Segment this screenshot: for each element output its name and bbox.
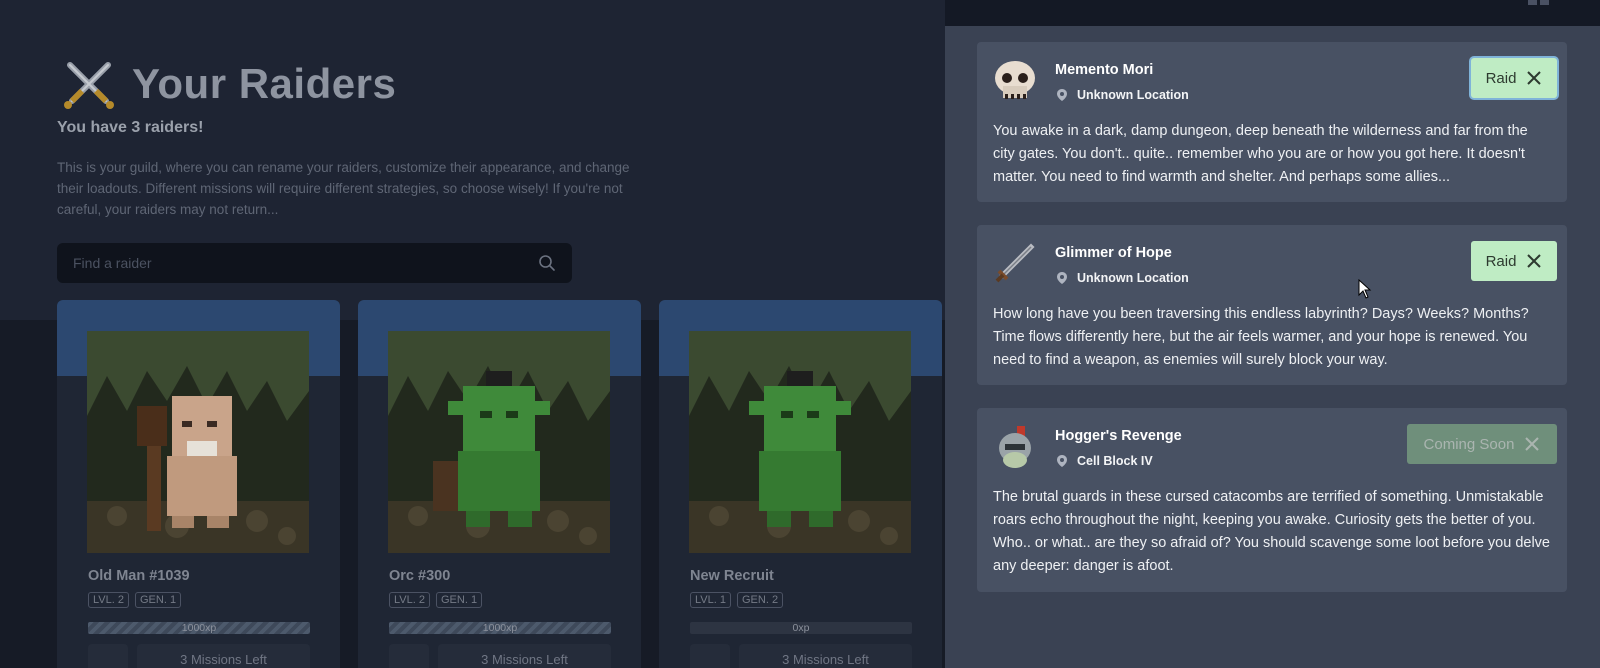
mouse-cursor-icon bbox=[1358, 279, 1372, 299]
location-text: Unknown Location bbox=[1077, 271, 1189, 285]
panel-top-bar bbox=[945, 0, 1600, 26]
skull-icon bbox=[995, 61, 1035, 99]
missions-left-button[interactable]: 3 Missions Left bbox=[137, 644, 310, 668]
guild-page: Your Raiders You have 3 raiders! This is… bbox=[0, 0, 945, 668]
level-badge: LVL. 2 bbox=[389, 592, 430, 608]
raider-name: New Recruit bbox=[690, 568, 774, 584]
location-pin-icon bbox=[1057, 272, 1067, 284]
raider-card[interactable]: Old Man #1039 LVL. 2 GEN. 1 1000xp 3 Mis… bbox=[57, 300, 340, 668]
raider-tags: LVL. 1 GEN. 2 bbox=[690, 592, 784, 608]
mission-description: You awake in a dark, damp dungeon, deep … bbox=[993, 123, 1528, 185]
raider-tags: LVL. 2 GEN. 1 bbox=[389, 592, 483, 608]
mission-location: Cell Block IV bbox=[1055, 454, 1153, 468]
missions-left-button[interactable]: 3 Missions Left bbox=[739, 644, 912, 668]
xp-text: 0xp bbox=[792, 622, 810, 634]
level-badge: LVL. 2 bbox=[88, 592, 129, 608]
xp-text: 1000xp bbox=[482, 622, 518, 634]
raid-button-label: Raid bbox=[1485, 252, 1517, 270]
raider-search bbox=[57, 243, 572, 283]
xp-bar: 1000xp bbox=[88, 622, 310, 634]
location-pin-icon bbox=[1057, 455, 1067, 467]
mission-title: Memento Mori bbox=[1055, 62, 1154, 78]
xp-bar: 0xp bbox=[690, 622, 912, 634]
crossed-swords-icon bbox=[1527, 254, 1542, 268]
gen-badge: GEN. 1 bbox=[436, 592, 483, 608]
location-text: Unknown Location bbox=[1077, 88, 1189, 102]
raider-action-button[interactable] bbox=[88, 644, 128, 668]
mission-description: The brutal guards in these cursed cataco… bbox=[993, 489, 1550, 574]
raid-button[interactable]: Raid bbox=[1471, 58, 1557, 98]
gen-badge: GEN. 2 bbox=[737, 592, 784, 608]
raider-portrait bbox=[689, 331, 911, 553]
crossed-swords-icon bbox=[1525, 437, 1540, 451]
location-text: Cell Block IV bbox=[1077, 454, 1153, 468]
old-man-sprite bbox=[87, 331, 309, 553]
recruit-sprite bbox=[689, 331, 911, 553]
raider-action-button[interactable] bbox=[389, 644, 429, 668]
mission-title: Glimmer of Hope bbox=[1055, 245, 1172, 261]
helmet-icon bbox=[999, 426, 1031, 468]
coming-soon-button[interactable]: Coming Soon bbox=[1407, 424, 1557, 464]
sword-icon bbox=[995, 243, 1035, 283]
orc-sprite bbox=[388, 331, 610, 553]
xp-text: 1000xp bbox=[181, 622, 217, 634]
title-row: Your Raiders bbox=[60, 55, 396, 113]
raider-action-button[interactable] bbox=[690, 644, 730, 668]
raider-count: You have 3 raiders! bbox=[57, 119, 204, 136]
mission-card: Memento Mori Unknown Location Raid You a… bbox=[977, 42, 1567, 202]
search-input[interactable] bbox=[73, 255, 538, 271]
page-title: Your Raiders bbox=[132, 60, 397, 107]
guild-description: This is your guild, where you can rename… bbox=[57, 160, 630, 217]
raider-tags: LVL. 2 GEN. 1 bbox=[88, 592, 182, 608]
level-badge: LVL. 1 bbox=[690, 592, 731, 608]
search-icon[interactable] bbox=[538, 254, 556, 272]
missions-panel: Memento Mori Unknown Location Raid You a… bbox=[945, 0, 1600, 668]
raider-name: Old Man #1039 bbox=[88, 568, 190, 584]
crossed-swords-icon bbox=[64, 62, 114, 109]
raider-name: Orc #300 bbox=[389, 568, 451, 584]
raid-button-label: Raid bbox=[1485, 69, 1517, 87]
mission-card: Hogger's Revenge Cell Block IV Coming So… bbox=[977, 408, 1567, 592]
mission-description: How long have you been traversing this e… bbox=[993, 306, 1529, 368]
raider-card[interactable]: New Recruit LVL. 1 GEN. 2 0xp 3 Missions… bbox=[659, 300, 942, 668]
gen-badge: GEN. 1 bbox=[135, 592, 182, 608]
location-pin-icon bbox=[1057, 89, 1067, 101]
xp-bar: 1000xp bbox=[389, 622, 611, 634]
mission-location: Unknown Location bbox=[1055, 271, 1189, 285]
raider-card[interactable]: Orc #300 LVL. 2 GEN. 1 1000xp 3 Missions… bbox=[358, 300, 641, 668]
raider-portrait bbox=[87, 331, 309, 553]
menu-icon[interactable] bbox=[1528, 0, 1550, 8]
missions-left-button[interactable]: 3 Missions Left bbox=[438, 644, 611, 668]
raid-button[interactable]: Raid bbox=[1471, 241, 1557, 281]
mission-card: Glimmer of Hope Unknown Location Raid Ho… bbox=[977, 225, 1567, 385]
mission-title: Hogger's Revenge bbox=[1055, 428, 1182, 444]
coming-soon-label: Coming Soon bbox=[1423, 435, 1515, 453]
raider-portrait bbox=[388, 331, 610, 553]
crossed-swords-icon bbox=[1527, 71, 1542, 85]
mission-location: Unknown Location bbox=[1055, 88, 1189, 102]
